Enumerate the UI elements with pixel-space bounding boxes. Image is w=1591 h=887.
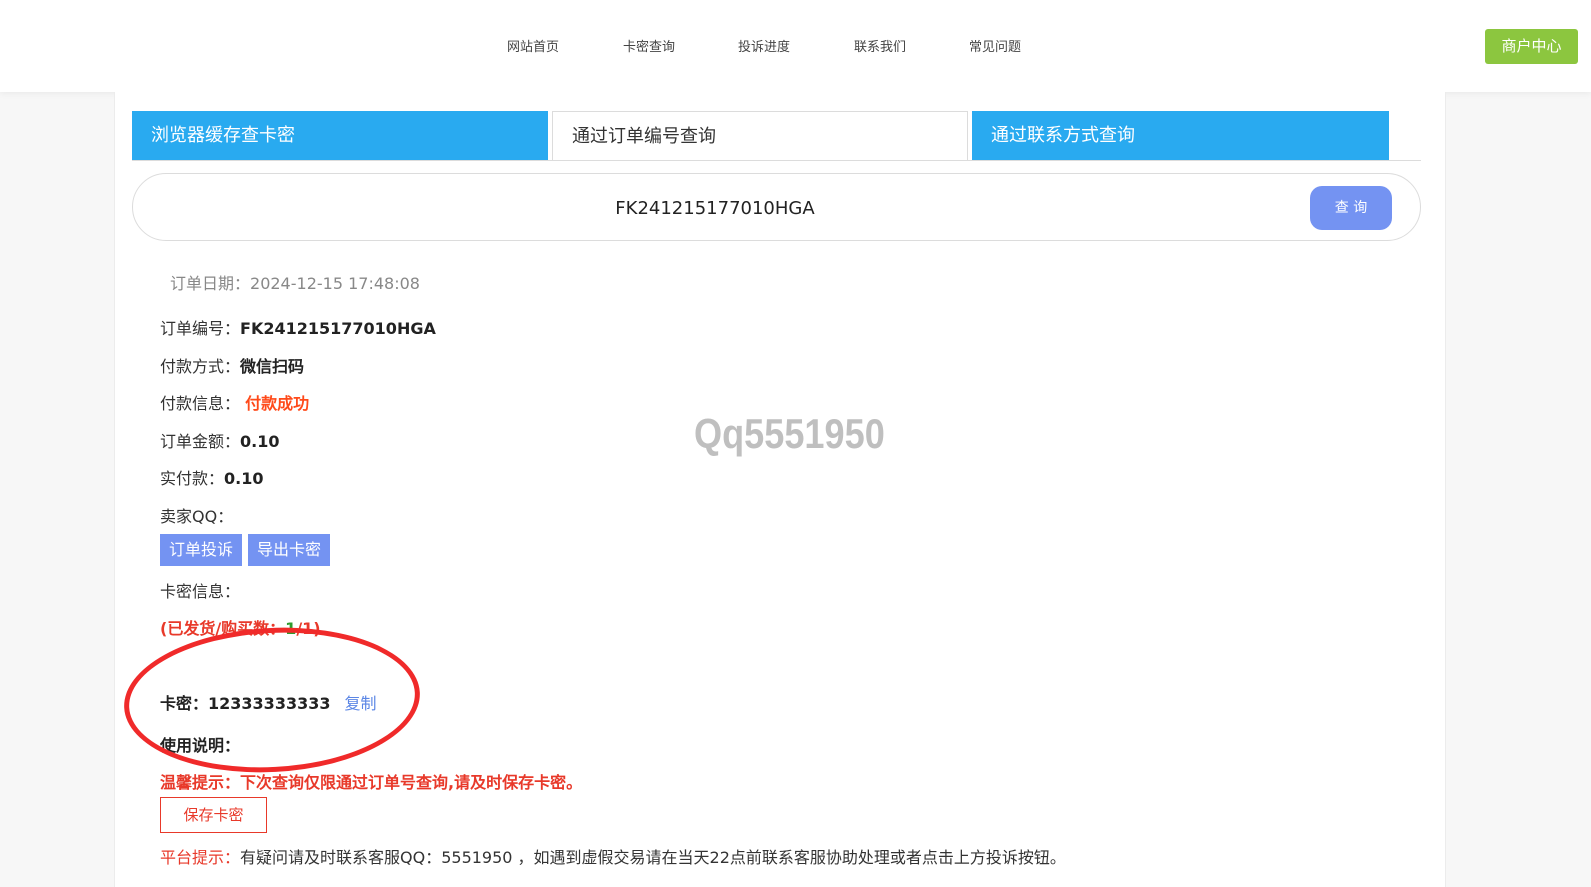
- order-date-label: 订单日期：: [170, 274, 251, 293]
- order-date-value: 2024-12-15 17:48:08: [250, 274, 420, 293]
- platform-notice: 平台提示：有疑问请及时联系客服QQ：5551950 ，如遇到虚假交易请在当天22…: [160, 844, 1066, 868]
- tab-order-number[interactable]: 通过订单编号查询: [552, 111, 968, 161]
- order-number-input[interactable]: [173, 188, 1257, 228]
- shipped-count-total: /1): [296, 619, 321, 638]
- nav-item-complaint-progress[interactable]: 投诉进度: [738, 36, 790, 55]
- order-date: 订单日期：2024-12-15 17:48:08: [170, 270, 420, 294]
- nav-item-faq[interactable]: 常见问题: [969, 36, 1021, 55]
- warm-tip: 温馨提示：下次查询仅限通过订单号查询,请及时保存卡密。: [160, 773, 583, 792]
- query-panel: 浏览器缓存查卡密 通过订单编号查询 通过联系方式查询 查 询 订单日期：2024…: [114, 92, 1446, 887]
- tab-contact-info[interactable]: 通过联系方式查询: [972, 111, 1389, 161]
- save-card-button[interactable]: 保存卡密: [160, 797, 267, 833]
- pay-status-badge: 付款成功: [245, 394, 310, 413]
- order-complaint-button[interactable]: 订单投诉: [160, 534, 243, 566]
- seller-qq-label: 卖家QQ：: [160, 507, 234, 526]
- main-nav: 网站首页 卡密查询 投诉进度 联系我们 常见问题: [0, 36, 1591, 56]
- merchant-center-button[interactable]: 商户中心: [1485, 29, 1578, 64]
- usage-instructions-label: 使用说明：: [160, 736, 241, 755]
- search-bar: 查 询: [132, 173, 1421, 241]
- pay-info-row: 付款信息： 付款成功: [160, 390, 309, 414]
- card-code-row: 卡密：12333333333 复制: [160, 690, 377, 714]
- tab-divider: [132, 160, 1421, 161]
- top-navbar: 网站首页 卡密查询 投诉进度 联系我们 常见问题 商户中心: [0, 0, 1591, 92]
- pay-method-label: 付款方式：: [160, 357, 241, 376]
- tab-browser-cache[interactable]: 浏览器缓存查卡密: [132, 111, 548, 161]
- order-number-row: 订单编号：FK241215177010HGA: [160, 315, 436, 339]
- order-number-value: FK241215177010HGA: [240, 319, 436, 338]
- pay-info-label: 付款信息：: [160, 394, 241, 413]
- order-number-label: 订单编号：: [160, 319, 241, 338]
- amount-label: 订单金额：: [160, 432, 241, 451]
- query-button[interactable]: 查 询: [1310, 186, 1392, 230]
- nav-item-contact-us[interactable]: 联系我们: [854, 36, 906, 55]
- watermark: Qq5551950: [694, 410, 885, 457]
- platform-notice-text: 有疑问请及时联系客服QQ：5551950 ，如遇到虚假交易请在当天22点前联系客…: [240, 848, 1066, 867]
- platform-notice-label: 平台提示：: [160, 848, 241, 867]
- nav-item-card-query[interactable]: 卡密查询: [623, 36, 675, 55]
- pay-method-value: 微信扫码: [240, 357, 305, 376]
- paid-value: 0.10: [224, 469, 264, 488]
- card-info-label: 卡密信息：: [160, 582, 241, 601]
- amount-value: 0.10: [240, 432, 280, 451]
- export-card-button[interactable]: 导出卡密: [248, 534, 331, 566]
- seller-qq-row: 卖家QQ：: [160, 503, 233, 527]
- paid-label: 实付款：: [160, 469, 225, 488]
- card-code-label: 卡密：: [160, 694, 209, 713]
- copy-link[interactable]: 复制: [344, 694, 376, 713]
- nav-item-home[interactable]: 网站首页: [507, 36, 559, 55]
- card-info-row: 卡密信息：: [160, 578, 240, 602]
- shipped-count-value: 1: [285, 619, 297, 638]
- card-code-value: 12333333333: [208, 694, 331, 713]
- shipped-count-prefix: (已发货/购买数：: [160, 619, 286, 638]
- pay-method-row: 付款方式：微信扫码: [160, 353, 304, 377]
- amount-row: 订单金额：0.10: [160, 428, 280, 452]
- shipped-count: (已发货/购买数：1/1): [160, 615, 321, 639]
- paid-row: 实付款：0.10: [160, 465, 264, 489]
